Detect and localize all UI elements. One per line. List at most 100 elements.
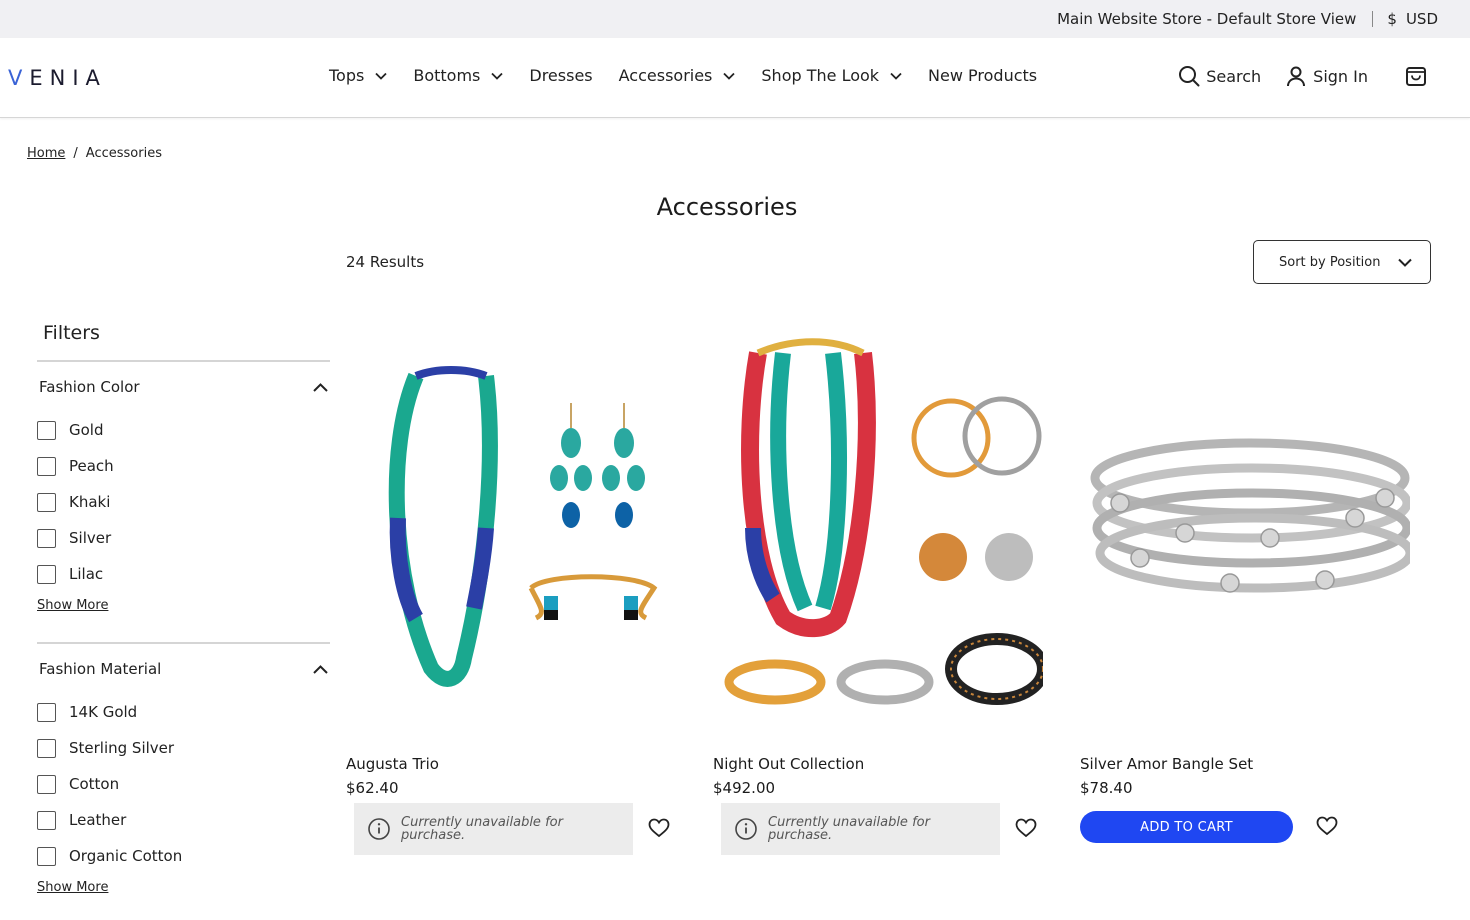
filter-group-fashion-color: Fashion Color Gold Peach Khaki Silver Li… <box>37 360 330 638</box>
chevron-up-icon <box>313 664 328 674</box>
unavailable-notice: Currently unavailable for purchase. <box>354 803 633 855</box>
product-price: $492.00 <box>713 779 776 797</box>
chevron-down-icon <box>491 72 504 80</box>
nav-label: Bottoms <box>413 66 481 85</box>
cart-button[interactable] <box>1404 64 1434 88</box>
site-logo[interactable]: VENIA <box>8 66 107 90</box>
nav-item-dresses[interactable]: Dresses <box>529 66 592 85</box>
breadcrumb: Home / Accessories <box>27 146 162 161</box>
filter-option-leather[interactable]: Leather <box>37 802 330 838</box>
checkbox[interactable] <box>37 420 56 440</box>
filter-option-label: Gold <box>69 421 104 439</box>
breadcrumb-home-link[interactable]: Home <box>27 146 65 161</box>
currency-code: USD <box>1405 10 1438 28</box>
product-image[interactable] <box>1080 318 1415 728</box>
checkbox[interactable] <box>37 810 56 830</box>
filter-group-header[interactable]: Fashion Material <box>37 644 330 694</box>
sign-in-label: Sign In <box>1313 66 1368 86</box>
filters-title: Filters <box>43 322 100 344</box>
filters-sidebar: Filters Fashion Color Gold Peach Khaki S… <box>37 322 330 920</box>
checkbox[interactable] <box>37 456 56 476</box>
filter-option-silver[interactable]: Silver <box>37 520 330 556</box>
nav-label: Tops <box>329 66 365 85</box>
filter-option-label: Organic Cotton <box>69 847 183 865</box>
filter-option-organic-cotton[interactable]: Organic Cotton <box>37 838 330 874</box>
chevron-down-icon <box>1398 258 1412 267</box>
filter-option-label: Khaki <box>69 493 111 511</box>
filter-option-label: Sterling Silver <box>69 739 175 757</box>
filter-option-14k-gold[interactable]: 14K Gold <box>37 694 330 730</box>
nav-item-shop-the-look[interactable]: Shop The Look <box>761 66 902 85</box>
nav-label: New Products <box>928 66 1038 85</box>
chevron-down-icon <box>723 72 736 80</box>
checkbox[interactable] <box>37 738 56 758</box>
shopping-bag-icon <box>1406 67 1426 86</box>
filter-option-khaki[interactable]: Khaki <box>37 484 330 520</box>
heart-icon <box>1015 818 1037 838</box>
filter-option-label: Lilac <box>69 565 104 583</box>
search-button[interactable]: Search <box>1178 65 1261 87</box>
search-label: Search <box>1206 66 1262 86</box>
filter-group-title: Fashion Material <box>39 660 162 678</box>
filter-option-gold[interactable]: Gold <box>37 412 330 448</box>
page-title: Accessories <box>656 193 798 221</box>
filter-group-header[interactable]: Fashion Color <box>37 362 330 412</box>
info-icon <box>735 818 757 840</box>
nav-item-new-products[interactable]: New Products <box>928 66 1037 85</box>
show-more-link[interactable]: Show More <box>37 598 330 638</box>
divider <box>1372 11 1374 27</box>
product-image[interactable] <box>346 318 676 728</box>
sign-in-button[interactable]: Sign In <box>1285 65 1368 87</box>
wishlist-button[interactable] <box>1316 816 1338 840</box>
jewelry-image <box>1090 438 1415 593</box>
product-name[interactable]: Silver Amor Bangle Set <box>1080 755 1410 773</box>
filter-option-sterling-silver[interactable]: Sterling Silver <box>37 730 330 766</box>
wishlist-button[interactable] <box>1015 818 1037 842</box>
store-view-switcher[interactable]: Main Website Store - Default Store View <box>1057 10 1356 28</box>
nav-item-tops[interactable]: Tops <box>329 66 387 85</box>
nav-label: Dresses <box>529 66 593 85</box>
checkbox[interactable] <box>37 846 56 866</box>
heart-icon <box>1316 816 1338 836</box>
filter-option-cotton[interactable]: Cotton <box>37 766 330 802</box>
wishlist-button[interactable] <box>648 818 670 842</box>
main-nav: Tops Bottoms Dresses Accessories Shop Th… <box>329 66 1063 85</box>
unavailable-text: Currently unavailable for purchase. <box>768 815 930 843</box>
product-image[interactable] <box>713 318 1049 728</box>
search-icon <box>1179 66 1200 87</box>
add-to-cart-button[interactable]: ADD TO CART <box>1080 811 1293 843</box>
nav-label: Shop The Look <box>761 66 880 85</box>
product-card: Night Out Collection $492.00 Currently u… <box>713 318 1049 855</box>
product-name[interactable]: Night Out Collection <box>713 755 1043 773</box>
checkbox[interactable] <box>37 702 56 722</box>
info-icon <box>368 818 390 840</box>
checkbox[interactable] <box>37 528 56 548</box>
user-icon <box>1287 66 1306 87</box>
currency-symbol: $ <box>1387 10 1397 28</box>
checkbox[interactable] <box>37 774 56 794</box>
jewelry-image <box>388 366 658 687</box>
unavailable-notice: Currently unavailable for purchase. <box>721 803 1000 855</box>
unavailable-text: Currently unavailable for purchase. <box>401 815 563 843</box>
nav-item-bottoms[interactable]: Bottoms <box>413 66 504 85</box>
filter-option-label: Peach <box>69 457 114 475</box>
chevron-down-icon <box>375 72 387 80</box>
jewelry-image <box>724 338 1049 705</box>
show-more-link[interactable]: Show More <box>37 880 330 920</box>
site-header: VENIA Tops Bottoms Dresses Accessories S… <box>0 38 1470 118</box>
filter-option-peach[interactable]: Peach <box>37 448 330 484</box>
chevron-up-icon <box>313 382 328 392</box>
product-name[interactable]: Augusta Trio <box>346 755 676 773</box>
sort-dropdown[interactable]: Sort by Position <box>1253 240 1431 284</box>
product-price: $78.40 <box>1080 779 1133 797</box>
checkbox[interactable] <box>37 564 56 584</box>
filter-group-fashion-material: Fashion Material 14K Gold Sterling Silve… <box>37 642 330 920</box>
filter-option-label: Leather <box>69 811 127 829</box>
currency-switcher[interactable]: $ USD <box>1387 10 1438 28</box>
nav-item-accessories[interactable]: Accessories <box>619 66 736 85</box>
filter-option-lilac[interactable]: Lilac <box>37 556 330 592</box>
store-switcher-bar: Main Website Store - Default Store View … <box>0 0 1470 38</box>
checkbox[interactable] <box>37 492 56 512</box>
breadcrumb-separator: / <box>73 146 78 161</box>
results-count: 24 Results <box>346 253 425 271</box>
